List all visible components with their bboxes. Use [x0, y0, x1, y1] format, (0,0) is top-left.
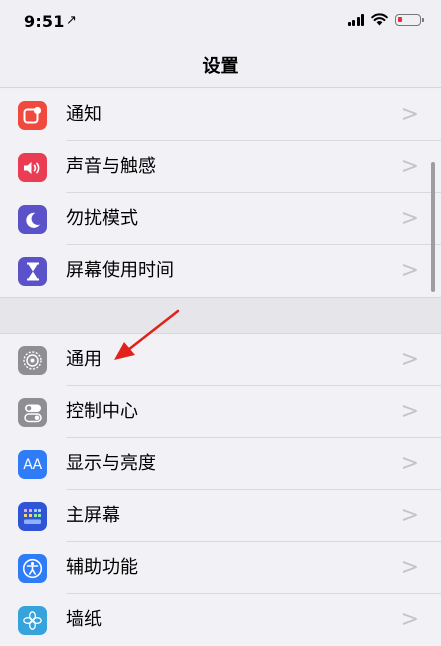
chevron-right-icon: > — [400, 503, 419, 528]
settings-row-control-center[interactable]: 控制中心 > — [0, 386, 441, 438]
chevron-right-icon: > — [400, 154, 419, 179]
gear-icon — [18, 346, 47, 375]
row-label: 控制中心 — [66, 401, 138, 422]
flower-icon — [18, 606, 47, 635]
moon-icon — [18, 205, 47, 234]
wifi-icon — [371, 13, 388, 26]
chevron-right-icon: > — [400, 555, 419, 580]
settings-row-sounds[interactable]: 声音与触感 > — [0, 141, 441, 193]
settings-group-1: 通知 > 声音与触感 > 勿扰模式 > 屏幕使用时间 > — [0, 89, 441, 297]
scrollbar[interactable] — [431, 162, 435, 292]
chevron-right-icon: > — [400, 399, 419, 424]
row-label: 显示与亮度 — [66, 453, 156, 474]
settings-group-2: 通用 > 控制中心 > AA 显示与亮度 > 主屏幕 > 辅助功能 > 墙纸 > — [0, 334, 441, 646]
page-title: 设置 — [202, 56, 239, 77]
row-label: 勿扰模式 — [66, 208, 138, 229]
settings-row-home-screen[interactable]: 主屏幕 > — [0, 490, 441, 542]
row-label: 声音与触感 — [66, 156, 156, 177]
location-icon: ↗ — [66, 13, 77, 28]
settings-row-accessibility[interactable]: 辅助功能 > — [0, 542, 441, 594]
row-label: 屏幕使用时间 — [66, 260, 174, 281]
signal-icon — [347, 13, 364, 26]
hourglass-icon — [18, 257, 47, 286]
settings-row-notifications[interactable]: 通知 > — [0, 89, 441, 141]
annotation-arrow-icon — [114, 309, 180, 360]
row-label: 辅助功能 — [66, 557, 138, 578]
battery-low-icon — [395, 13, 424, 26]
toggles-icon — [18, 398, 47, 427]
chevron-right-icon: > — [400, 607, 419, 632]
section-gap — [0, 297, 441, 334]
text-size-icon: AA — [18, 450, 47, 479]
home-grid-icon — [18, 502, 47, 531]
chevron-right-icon: > — [400, 347, 419, 372]
accessibility-icon — [18, 554, 47, 583]
settings-row-display-brightness[interactable]: AA 显示与亮度 > — [0, 438, 441, 490]
chevron-right-icon: > — [400, 258, 419, 283]
chevron-right-icon: > — [400, 451, 419, 476]
chevron-right-icon: > — [400, 206, 419, 231]
status-bar: 9:51 ↗ — [0, 0, 441, 44]
row-label: 墙纸 — [66, 609, 102, 630]
sound-icon — [18, 153, 47, 182]
settings-row-screen-time[interactable]: 屏幕使用时间 > — [0, 245, 441, 297]
notifications-icon — [18, 101, 47, 130]
settings-row-wallpaper[interactable]: 墙纸 > — [0, 594, 441, 646]
row-label: 主屏幕 — [66, 505, 120, 526]
row-label: 通知 — [66, 104, 102, 125]
row-label: 通用 — [66, 349, 102, 370]
text-size-icon-label: AA — [23, 456, 42, 473]
chevron-right-icon: > — [400, 102, 419, 127]
nav-divider — [0, 87, 441, 88]
settings-row-general[interactable]: 通用 > — [0, 334, 441, 386]
settings-row-do-not-disturb[interactable]: 勿扰模式 > — [0, 193, 441, 245]
status-icons — [347, 13, 424, 26]
status-time: 9:51 — [24, 12, 65, 31]
